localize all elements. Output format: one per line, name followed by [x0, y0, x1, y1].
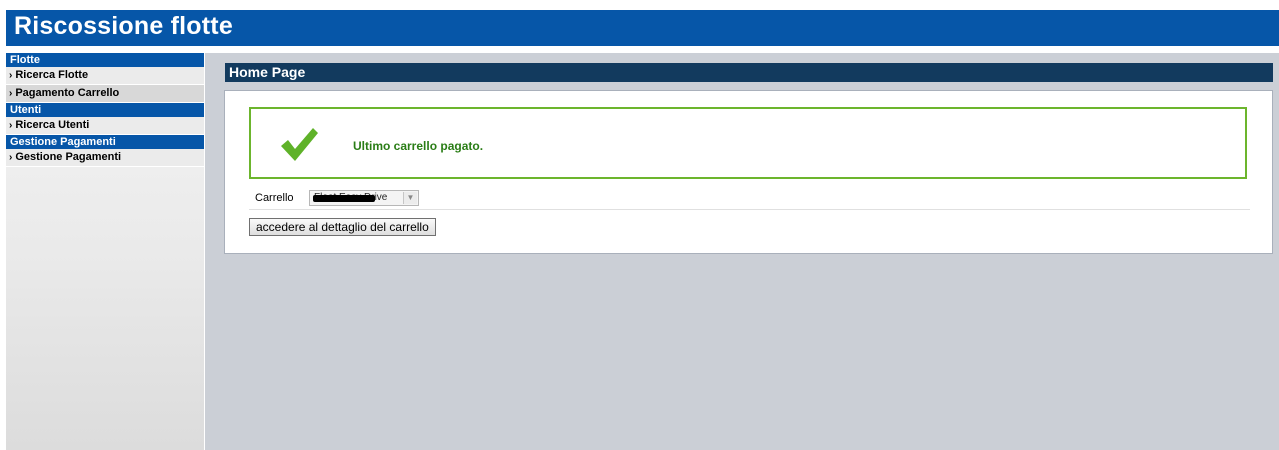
- sidebar: Flotte › Ricerca Flotte › Pagamento Carrel…: [6, 53, 204, 450]
- sidebar-item-ricerca-flotte[interactable]: › Ricerca Flotte: [6, 67, 204, 85]
- sidebar-header-flotte: Flotte: [6, 53, 204, 67]
- sidebar-item-label: Ricerca Utenti: [15, 119, 90, 131]
- app-header: Riscossione flotte: [6, 10, 1279, 46]
- cart-label: Carrello: [255, 192, 294, 204]
- app-title: Riscossione flotte: [14, 12, 233, 40]
- checkmark-icon: [281, 128, 318, 161]
- sidebar-item-gestione-pagamenti[interactable]: › Gestione Pagamenti: [6, 149, 204, 167]
- sidebar-header-gestione-pagamenti: Gestione Pagamenti: [6, 135, 204, 149]
- cart-detail-button[interactable]: accedere al dettaglio del carrello: [249, 218, 436, 236]
- sidebar-item-label: Pagamento Carrello: [15, 87, 120, 99]
- sidebar-item-ricerca-utenti[interactable]: › Ricerca Utenti: [6, 117, 204, 135]
- redaction-mark: [313, 195, 375, 202]
- sidebar-item-label: Gestione Pagamenti: [15, 151, 122, 163]
- chevron-down-icon[interactable]: ▼: [403, 192, 417, 204]
- cart-row: Carrello Fleet Easy Drive ▼: [249, 189, 1250, 210]
- main-content: Home Page Ultimo carrello pagato. Carrel…: [205, 53, 1279, 450]
- chevron-right-icon: ›: [9, 70, 13, 81]
- chevron-right-icon: ›: [9, 120, 13, 131]
- success-message: Ultimo carrello pagato.: [353, 139, 484, 153]
- chevron-right-icon: ›: [9, 88, 13, 99]
- sidebar-header-utenti: Utenti: [6, 103, 204, 117]
- success-message-box: Ultimo carrello pagato.: [249, 107, 1247, 179]
- sidebar-item-pagamento-carrello[interactable]: › Pagamento Carrello: [6, 85, 204, 103]
- chevron-right-icon: ›: [9, 152, 13, 163]
- cart-select[interactable]: Fleet Easy Drive ▼: [309, 190, 419, 206]
- page-title: Home Page: [225, 63, 1273, 82]
- sidebar-item-label: Ricerca Flotte: [15, 69, 89, 81]
- home-panel: Ultimo carrello pagato. Carrello Fleet E…: [224, 90, 1273, 254]
